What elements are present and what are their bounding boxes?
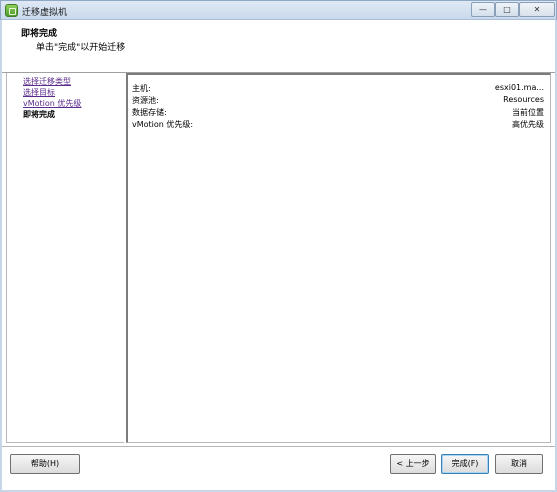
- summary-row-host: 主机: esxi01.ma...: [132, 83, 546, 95]
- summary-key: 资源池:: [132, 96, 159, 105]
- step-link-select-target[interactable]: 选择目标: [23, 87, 55, 98]
- step-current-ready-to-complete: 即将完成: [23, 110, 55, 119]
- page-title: 即将完成: [21, 29, 58, 39]
- wizard-body: 选择迁移类型 选择目标 vMotion 优先级 即将完成 主机: esxi01.…: [6, 73, 551, 443]
- step-link-migration-type[interactable]: 选择迁移类型: [23, 76, 71, 87]
- summary-value: 当前位置: [512, 108, 544, 117]
- step-link-vmotion-priority[interactable]: vMotion 优先级: [23, 98, 81, 109]
- cancel-button[interactable]: 取消: [495, 454, 543, 474]
- summary-row-vmotion-priority: vMotion 优先级: 高优先级: [132, 119, 546, 131]
- close-button[interactable]: ✕: [519, 2, 555, 17]
- maximize-button[interactable]: □: [495, 2, 519, 17]
- wizard-steps-panel: 选择迁移类型 选择目标 vMotion 优先级 即将完成: [6, 73, 124, 443]
- window-title: 迁移虚拟机: [22, 8, 68, 18]
- vsphere-app-icon: [5, 4, 18, 17]
- summary-panel: 主机: esxi01.ma... 资源池: Resources 数据存储: 当前…: [126, 73, 551, 443]
- summary-row-resource-pool: 资源池: Resources: [132, 95, 546, 107]
- minimize-button[interactable]: —: [471, 2, 495, 17]
- summary-key: vMotion 优先级:: [132, 120, 194, 129]
- finish-button[interactable]: 完成(F): [441, 454, 489, 474]
- summary-row-datastore: 数据存储: 当前位置: [132, 107, 546, 119]
- summary-value: Resources: [503, 95, 544, 104]
- summary-key: 主机:: [132, 84, 151, 93]
- footer-divider: [2, 446, 555, 447]
- summary-value: esxi01.ma...: [494, 83, 544, 92]
- title-bar: 迁移虚拟机 — □ ✕: [0, 0, 557, 20]
- page-subtitle: 单击"完成"以开始迁移: [36, 43, 126, 53]
- window-border-left: [0, 20, 2, 492]
- summary-key: 数据存储:: [132, 108, 167, 117]
- wizard-header: 即将完成 单击"完成"以开始迁移: [2, 20, 555, 72]
- back-button[interactable]: < 上一步: [390, 454, 436, 474]
- summary-value: 高优先级: [512, 120, 544, 129]
- help-button[interactable]: 帮助(H): [10, 454, 80, 474]
